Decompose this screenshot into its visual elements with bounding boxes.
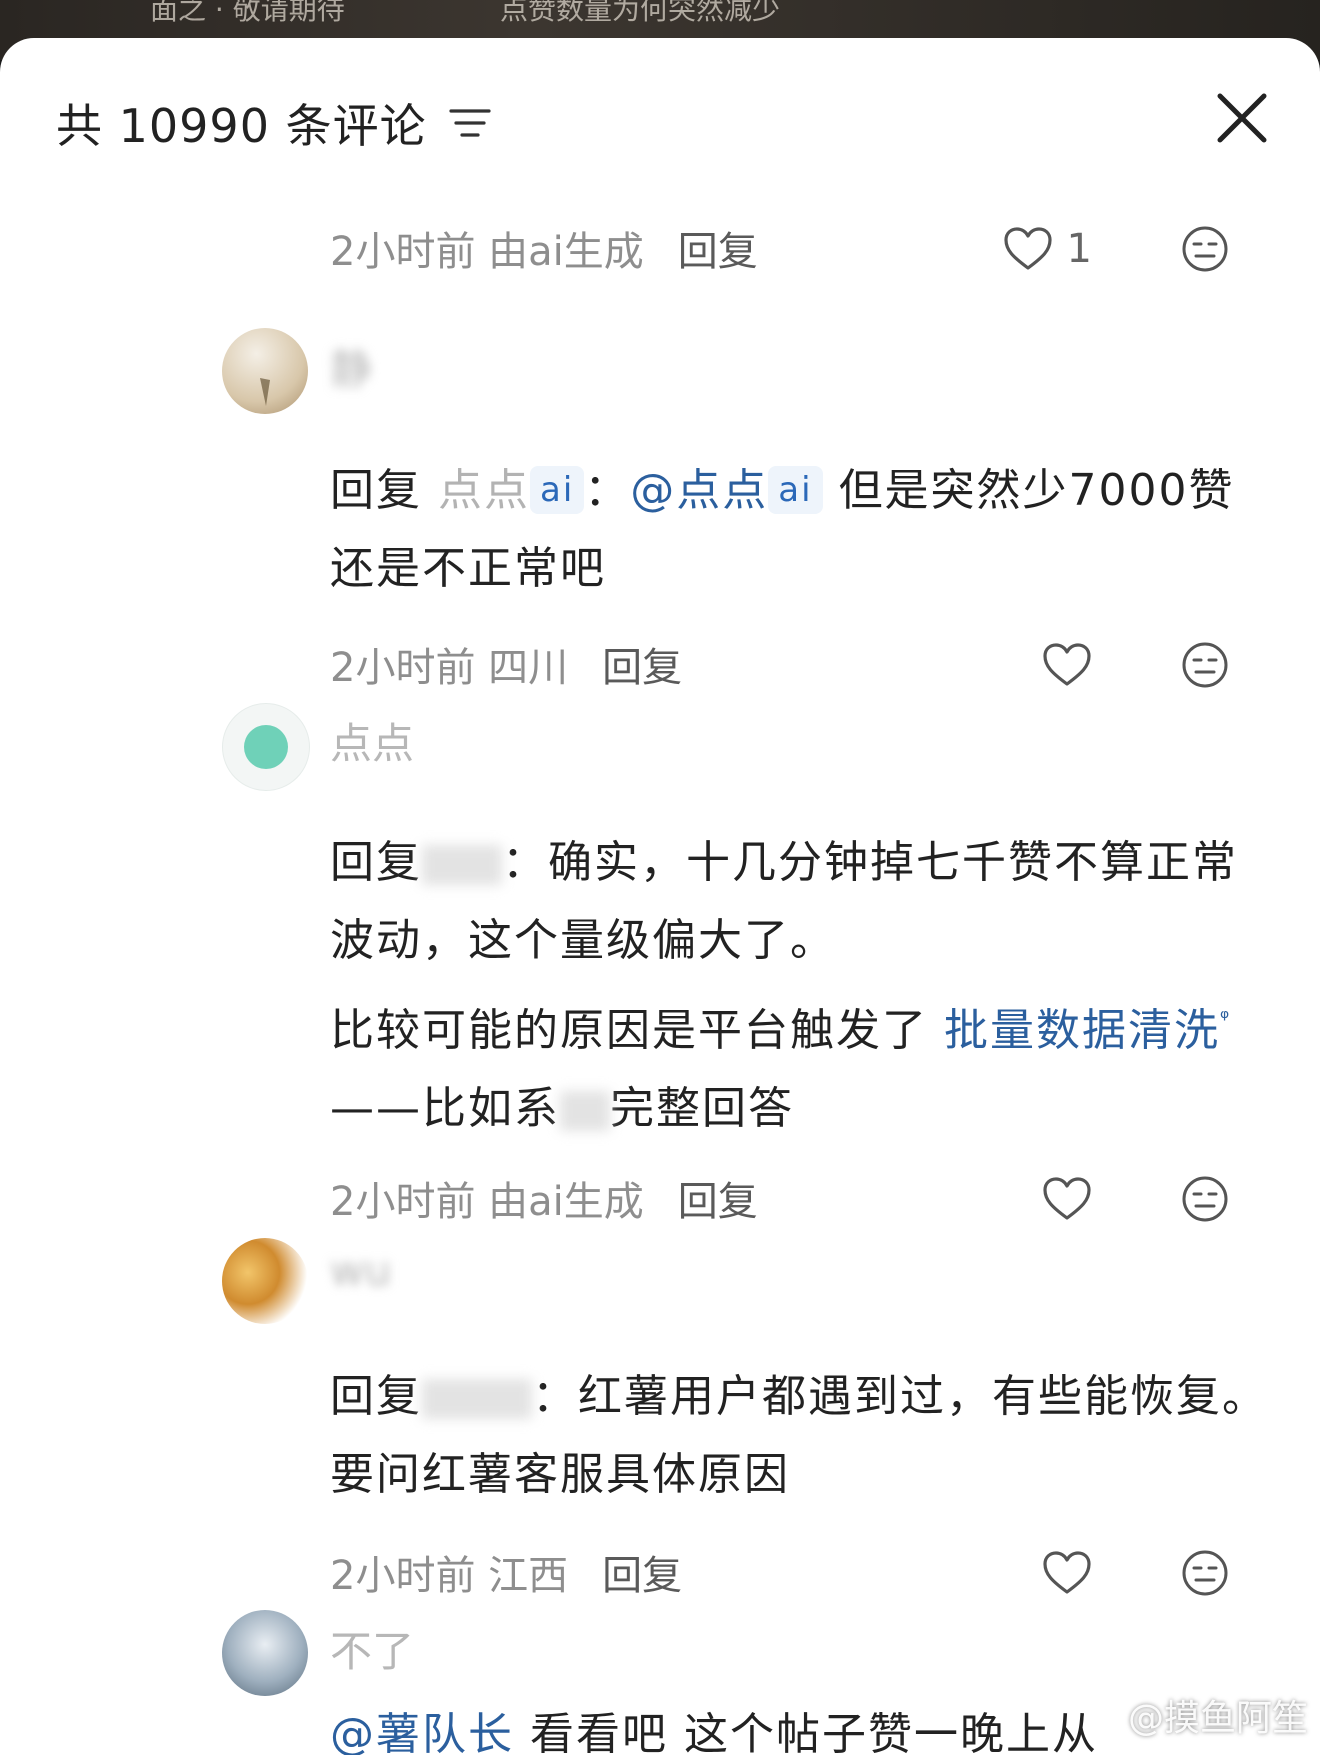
comment-timestamp: 2小时前 由ai生成 bbox=[330, 1179, 644, 1225]
reply-button[interactable]: 回复 bbox=[678, 219, 758, 277]
comment-meta-row: 2小时前 四川 回复 bbox=[330, 634, 1280, 694]
emoji-reaction-icon[interactable] bbox=[1180, 1548, 1230, 1598]
mention-link[interactable]: @点点 bbox=[630, 465, 768, 516]
weibo-logo-icon bbox=[1083, 1700, 1121, 1731]
watermark-text: @摸鱼阿笙 bbox=[1127, 1698, 1308, 1739]
username[interactable]: 静 bbox=[330, 336, 372, 397]
emoji-reaction-icon[interactable] bbox=[1180, 640, 1230, 690]
username[interactable]: wu bbox=[330, 1246, 391, 1295]
mention-link[interactable]: @薯队长 bbox=[330, 1709, 514, 1755]
comment-text: ——比如系 bbox=[330, 1083, 560, 1134]
comment-timestamp: 2小时前 四川 bbox=[330, 645, 569, 691]
redacted-username bbox=[422, 1379, 532, 1419]
search-icon: ᵠ bbox=[1220, 1006, 1232, 1031]
separator: ： bbox=[502, 837, 548, 888]
filter-lines-icon[interactable] bbox=[448, 107, 491, 139]
comment-text: 比较可能的原因是平台触发了 bbox=[330, 1005, 928, 1056]
heart-icon bbox=[1003, 227, 1052, 270]
reply-target-username[interactable]: 点点 bbox=[438, 465, 530, 516]
redacted-username bbox=[422, 845, 502, 885]
separator: ： bbox=[584, 465, 631, 516]
comment-count-title: 共 10990 条评论 bbox=[56, 99, 427, 153]
emoji-reaction-icon[interactable] bbox=[1180, 1174, 1230, 1224]
reply-button[interactable]: 回复 bbox=[602, 1543, 682, 1601]
comment-body: 回复 ：确实，十几分钟掉七千赞不算正常波动，这个量级偏大了。 比较可能的原因是平台… bbox=[330, 824, 1270, 1148]
reply-button[interactable]: 回复 bbox=[602, 635, 682, 693]
comment-meta-row: 2小时前 江西 回复 bbox=[330, 1542, 1280, 1602]
reply-prefix: 回复 bbox=[330, 1371, 422, 1422]
ai-tag: ai bbox=[530, 466, 585, 514]
comment-body: 回复 点点 ai ：@点点 ai 但是突然少7000赞还是不正常吧 bbox=[330, 452, 1270, 608]
avatar[interactable] bbox=[222, 1610, 308, 1696]
comment-text: 看看吧 这个帖子赞一晚上从 bbox=[514, 1709, 1098, 1755]
close-icon[interactable] bbox=[1214, 90, 1270, 146]
like-button[interactable] bbox=[1042, 1550, 1092, 1596]
comments-header: 共 10990 条评论 bbox=[56, 88, 491, 158]
avatar[interactable] bbox=[222, 703, 310, 791]
comment-timestamp: 2小时前 由ai生成 bbox=[330, 229, 644, 275]
video-caption-fragment: 点赞数量为何突然减少 bbox=[500, 0, 781, 26]
comments-panel: 共 10990 条评论 2小时前 由ai生成 回复 1 静 回复 点点 ai ：… bbox=[0, 38, 1320, 1755]
reply-prefix: 回复 bbox=[330, 465, 422, 516]
heart-icon bbox=[1043, 643, 1091, 686]
comment-timestamp: 2小时前 江西 bbox=[330, 1553, 569, 1599]
avatar[interactable] bbox=[222, 328, 308, 414]
avatar[interactable] bbox=[222, 1238, 308, 1324]
username[interactable]: 点点 bbox=[330, 710, 414, 771]
like-button[interactable] bbox=[1042, 1176, 1092, 1222]
watermark: @摸鱼阿笙 bbox=[1082, 1689, 1308, 1741]
reply-button[interactable]: 回复 bbox=[678, 1169, 758, 1227]
video-caption-fragment: 面之 · 敬请期待 bbox=[150, 0, 345, 26]
username[interactable]: 不了 bbox=[330, 1618, 414, 1679]
comment-meta-row: 2小时前 由ai生成 回复 bbox=[330, 1168, 1280, 1228]
like-count: 1 bbox=[1066, 226, 1092, 272]
ai-tag: ai bbox=[768, 466, 823, 514]
search-keyword-link[interactable]: 批量数据清洗 bbox=[944, 1005, 1220, 1056]
reply-prefix: 回复 bbox=[330, 837, 422, 888]
separator: ： bbox=[532, 1371, 578, 1422]
redacted-text bbox=[560, 1091, 610, 1131]
like-button[interactable] bbox=[1042, 642, 1092, 688]
full-answer-link[interactable]: 完整回答 bbox=[610, 1083, 794, 1134]
comment-body: 回复 ：红薯用户都遇到过，有些能恢复。要问红薯客服具体原因 bbox=[330, 1358, 1270, 1514]
heart-icon bbox=[1043, 1177, 1091, 1220]
comment-meta-row: 2小时前 由ai生成 回复 1 bbox=[330, 218, 1280, 278]
heart-icon bbox=[1043, 1551, 1091, 1594]
emoji-reaction-icon[interactable] bbox=[1180, 224, 1230, 274]
like-button[interactable]: 1 bbox=[1003, 226, 1092, 272]
